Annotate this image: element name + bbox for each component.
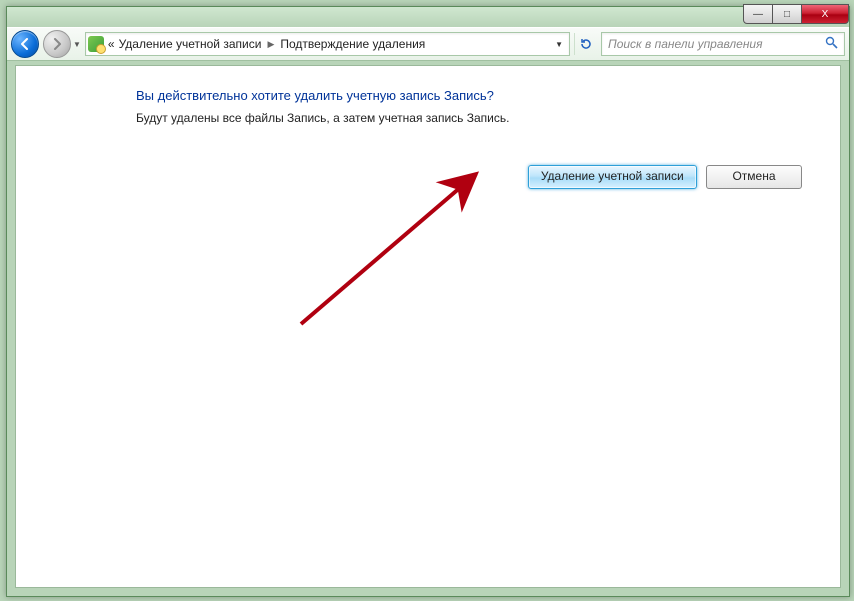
titlebar[interactable]: — □ X: [7, 7, 849, 27]
window-controls: — □ X: [744, 4, 849, 24]
page-description: Будут удалены все файлы Запись, а затем …: [136, 111, 812, 125]
minimize-button[interactable]: —: [743, 4, 773, 24]
nav-history-dropdown-icon[interactable]: ▼: [73, 40, 81, 49]
back-button[interactable]: [11, 30, 39, 58]
search-input[interactable]: Поиск в панели управления: [601, 32, 845, 56]
cancel-button[interactable]: Отмена: [706, 165, 802, 189]
search-icon[interactable]: [825, 36, 838, 52]
control-panel-icon: [88, 36, 104, 52]
address-dropdown-icon[interactable]: ▼: [551, 40, 567, 49]
annotation-arrow-icon: [291, 164, 501, 334]
forward-button[interactable]: [43, 30, 71, 58]
nav-toolbar: ▼ « Удаление учетной записи ▶ Подтвержде…: [7, 27, 849, 61]
close-button[interactable]: X: [801, 4, 849, 24]
content-pane: Вы действительно хотите удалить учетную …: [15, 65, 841, 588]
refresh-button[interactable]: [574, 33, 597, 55]
delete-account-button[interactable]: Удаление учетной записи: [528, 165, 697, 189]
page-heading: Вы действительно хотите удалить учетную …: [136, 88, 812, 103]
breadcrumb-separator-icon: ▶: [265, 39, 276, 50]
breadcrumb-part-1[interactable]: Удаление учетной записи: [119, 37, 262, 51]
breadcrumb-part-2[interactable]: Подтверждение удаления: [280, 37, 425, 51]
explorer-window: — □ X ▼ « Удаление учетной записи ▶ Подт…: [6, 6, 850, 597]
maximize-button[interactable]: □: [772, 4, 802, 24]
address-bar[interactable]: « Удаление учетной записи ▶ Подтверждени…: [85, 32, 570, 56]
search-placeholder: Поиск в панели управления: [608, 37, 763, 51]
button-row: Удаление учетной записи Отмена: [136, 165, 812, 189]
breadcrumb-chevrons: «: [108, 37, 115, 51]
